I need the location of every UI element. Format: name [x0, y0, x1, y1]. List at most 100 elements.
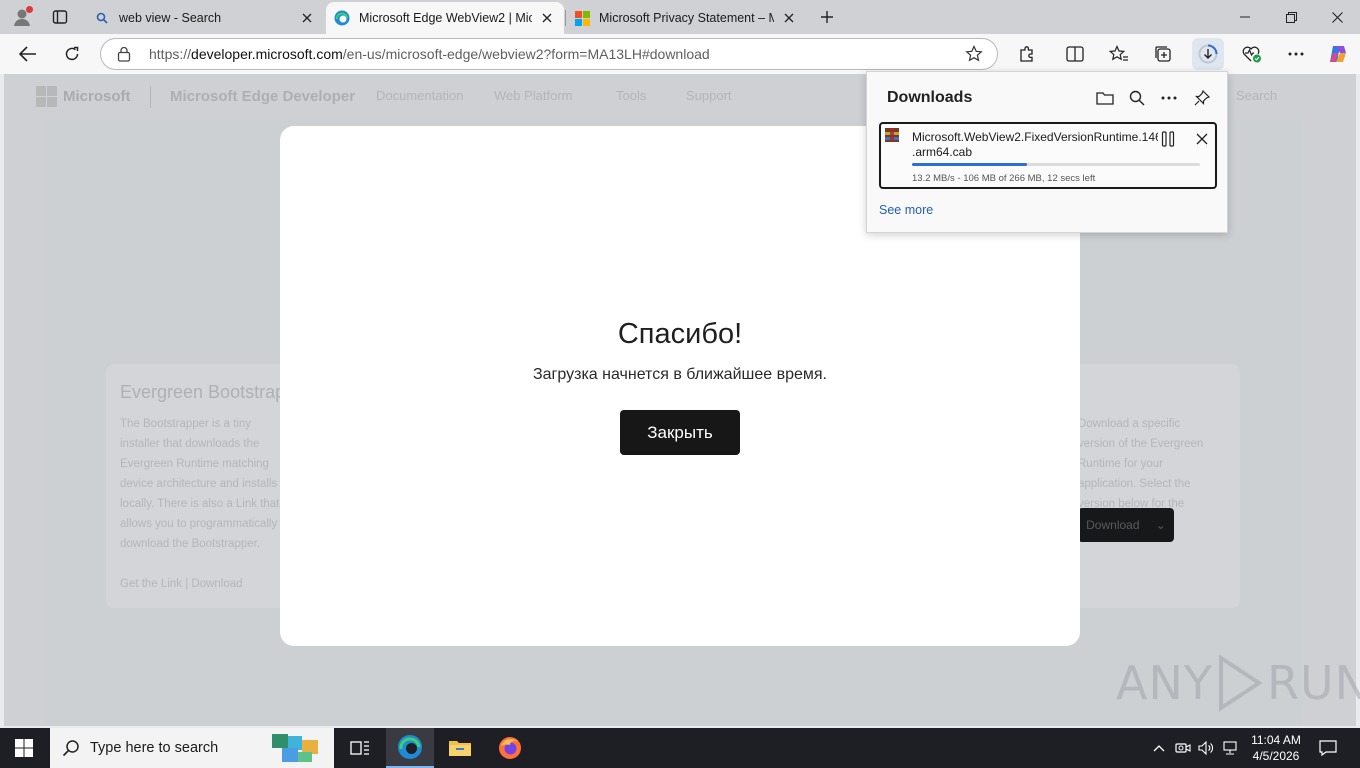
url-scheme: https://: [149, 46, 192, 62]
tab-title: Microsoft Privacy Statement – Microsoft …: [599, 11, 774, 25]
taskbar-file-explorer[interactable]: [436, 728, 484, 768]
favorites-button[interactable]: [1103, 38, 1135, 70]
tab-edge-webview2[interactable]: Microsoft Edge WebView2 | Microsoft Edge…: [326, 2, 564, 34]
more-options-icon[interactable]: [1156, 86, 1182, 110]
card-body: The Bootstrapper is a tiny installer tha…: [120, 418, 287, 550]
taskbar-firefox[interactable]: [486, 728, 534, 768]
browser-essentials-button[interactable]: [1236, 38, 1268, 70]
extensions-button[interactable]: [1011, 38, 1043, 70]
new-tab-button[interactable]: [814, 5, 840, 29]
pin-icon[interactable]: [1189, 86, 1215, 110]
dialog-close-button[interactable]: Закрыть: [620, 410, 740, 455]
search-downloads-icon[interactable]: [1124, 86, 1150, 110]
close-icon: [1331, 11, 1343, 23]
open-folder-icon[interactable]: [1092, 86, 1118, 110]
site-title[interactable]: Microsoft Edge Developer: [170, 88, 355, 105]
close-tab-icon[interactable]: [298, 9, 316, 27]
notification-icon: [1319, 740, 1337, 756]
show-hidden-icons-button[interactable]: [1150, 728, 1168, 768]
tab-actions-icon: [52, 10, 68, 24]
tab-privacy-statement[interactable]: Microsoft Privacy Statement – Microsoft …: [566, 2, 806, 34]
download-filename-ext: .arm64.cab: [912, 145, 973, 159]
dialog-message: Загрузка начнется в ближайшее время.: [532, 366, 827, 383]
microsoft-brand[interactable]: Microsoft: [36, 86, 131, 107]
tray-meet-now[interactable]: [1174, 728, 1192, 768]
tab-actions-button[interactable]: [46, 5, 74, 29]
nav-web-platform[interactable]: Web Platform: [494, 88, 573, 103]
split-screen-icon: [1066, 46, 1084, 62]
taskbar-clock[interactable]: 11:04 AM 4/5/2026: [1244, 732, 1308, 764]
folder-icon: [449, 741, 471, 756]
plus-icon: [821, 11, 833, 23]
close-tab-icon[interactable]: [780, 9, 798, 27]
clock-date: 4/5/2026: [1252, 749, 1300, 763]
tab-title: web view - Search: [119, 11, 222, 25]
close-tab-icon[interactable]: [538, 9, 556, 27]
anyrun-watermark: ANY RUN: [1116, 654, 1360, 712]
back-button[interactable]: [12, 38, 44, 70]
downloads-button[interactable]: [1192, 38, 1224, 70]
firefox-icon: [499, 737, 521, 759]
lock-icon[interactable]: [117, 46, 135, 62]
see-more-link[interactable]: See more: [879, 203, 933, 217]
download-progress-bar: [912, 163, 1200, 166]
camera-icon: [1175, 743, 1191, 753]
start-button[interactable]: [0, 728, 48, 768]
taskbar-search-box[interactable]: Type here to search: [50, 728, 334, 768]
refresh-button[interactable]: [56, 38, 88, 70]
download-icon: [1198, 44, 1218, 64]
taskbar: Type here to search 11:04 AM 4/5/2026: [0, 728, 1360, 768]
pause-icon[interactable]: [1157, 128, 1179, 150]
close-window-button[interactable]: [1314, 0, 1360, 34]
arrow-left-icon: [19, 46, 36, 62]
edge-icon: [334, 10, 350, 26]
search-icon: [62, 739, 80, 757]
task-view-button[interactable]: [336, 728, 384, 768]
collections-button[interactable]: [1147, 38, 1179, 70]
settings-more-button[interactable]: [1280, 38, 1312, 70]
card-download-button[interactable]: Download ⌄: [1078, 508, 1174, 542]
favorite-star-icon[interactable]: [965, 45, 983, 66]
address-bar[interactable]: https://developer.microsoft.com/en-us/mi…: [100, 38, 998, 70]
card-footer-links[interactable]: Get the Link | Download: [120, 578, 243, 590]
url-host: developer.microsoft.com: [191, 46, 343, 62]
taskbar-search-placeholder: Type here to search: [90, 740, 219, 756]
download-status: 13.2 MB/s - 106 MB of 266 MB, 12 secs le…: [912, 173, 1096, 184]
tab-web-view-search[interactable]: web view - Search: [86, 2, 324, 34]
favorites-star-icon: [1109, 45, 1128, 61]
notification-badge: [26, 6, 33, 13]
watermark-right: RUN: [1266, 656, 1360, 710]
task-view-icon: [350, 741, 369, 755]
nav-tools[interactable]: Tools: [616, 88, 646, 103]
site-search[interactable]: Search: [1236, 88, 1277, 103]
speaker-icon: [1198, 741, 1213, 755]
tray-network[interactable]: [1221, 728, 1239, 768]
search-icon: [94, 10, 110, 26]
tray-volume[interactable]: [1197, 728, 1215, 768]
notification-center-button[interactable]: [1316, 728, 1340, 768]
clock-time: 11:04 AM: [1251, 733, 1301, 747]
dialog-heading: Спасибо!: [617, 318, 743, 350]
download-item[interactable]: Microsoft.WebView2.FixedVersionRuntime.1…: [879, 122, 1217, 189]
nav-support[interactable]: Support: [686, 88, 732, 103]
copilot-icon: [1330, 46, 1346, 62]
copilot-button[interactable]: [1322, 38, 1354, 70]
watermark-left: ANY: [1116, 656, 1213, 710]
card-download-label: Download: [1086, 518, 1140, 532]
taskbar-edge[interactable]: [386, 728, 434, 768]
puzzle-pieces-icon: [268, 730, 328, 768]
microsoft-logo-icon: [574, 10, 590, 26]
network-icon: [1223, 741, 1237, 755]
more-dots-icon: [1288, 52, 1304, 56]
puzzle-icon: [1020, 46, 1033, 62]
minimize-button[interactable]: [1222, 0, 1268, 34]
cancel-download-icon[interactable]: [1191, 128, 1213, 150]
browser-toolbar: https://developer.microsoft.com/en-us/mi…: [0, 34, 1360, 74]
split-screen-button[interactable]: [1059, 38, 1091, 70]
nav-documentation[interactable]: Documentation: [376, 88, 463, 103]
restore-button[interactable]: [1268, 0, 1314, 34]
cab-file-icon: [884, 127, 900, 143]
profile-button[interactable]: [8, 4, 36, 30]
refresh-icon: [65, 46, 79, 61]
collections-icon: [1155, 46, 1171, 62]
